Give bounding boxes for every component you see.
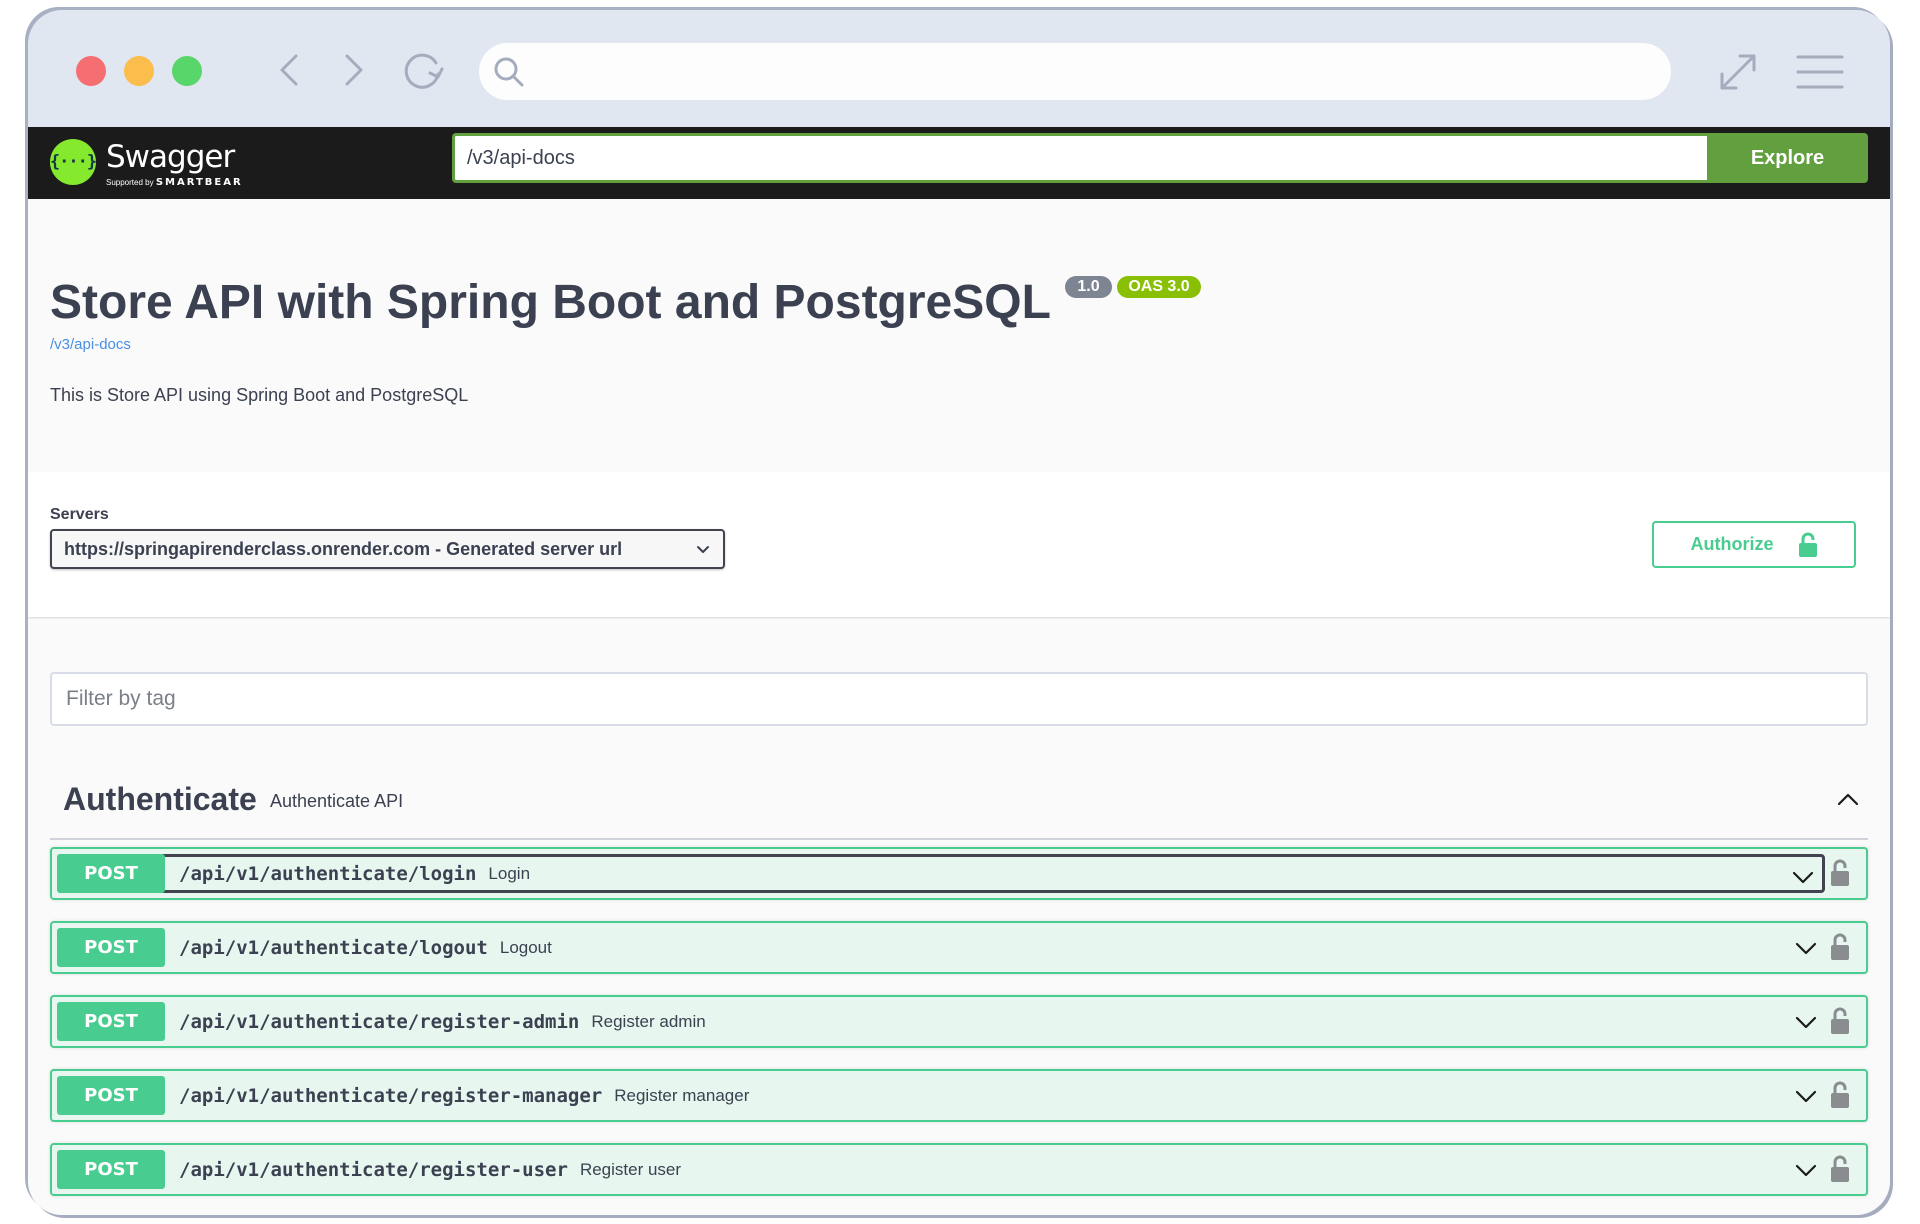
operation-description: Logout xyxy=(499,937,552,957)
unlock-icon[interactable] xyxy=(1830,1081,1850,1109)
swagger-ui-page: Store API with Spring Boot and PostgreSQ… xyxy=(28,199,1890,1215)
operation-summary[interactable]: POST /api/v1/authenticate/register-manag… xyxy=(57,1076,1825,1115)
operation-description: Register user xyxy=(579,1159,682,1179)
tag-name: Authenticate xyxy=(63,781,257,817)
explore-button[interactable]: Explore xyxy=(1707,133,1868,183)
operation-path: /api/v1/authenticate/register-admin xyxy=(179,1010,580,1033)
chevron-down-icon[interactable] xyxy=(1793,935,1819,961)
spec-url-form: Explore xyxy=(452,133,1868,183)
browser-window: {···} Swagger Supported by SMARTBEAR Exp… xyxy=(28,10,1890,1215)
unlock-icon[interactable] xyxy=(1830,933,1850,961)
authorize-label: Authorize xyxy=(1690,534,1774,554)
unlock-icon[interactable] xyxy=(1830,1155,1850,1183)
swagger-topbar: {···} Swagger Supported by SMARTBEAR Exp… xyxy=(28,127,1890,199)
operation-row: POST /api/v1/authenticate/register-user … xyxy=(50,1143,1868,1196)
chevron-down-icon[interactable] xyxy=(1793,1157,1819,1183)
back-icon[interactable] xyxy=(270,50,310,90)
close-window-button[interactable] xyxy=(76,56,106,86)
servers-select[interactable]: https://springapirenderclass.onrender.co… xyxy=(50,529,725,569)
operation-path: /api/v1/authenticate/register-manager xyxy=(179,1084,603,1107)
expand-icon[interactable] xyxy=(1716,50,1760,94)
api-description: This is Store API using Spring Boot and … xyxy=(50,385,469,405)
scheme-container: Servers https://springapirenderclass.onr… xyxy=(28,472,1890,617)
tag-section-header[interactable]: Authenticate Authenticate API xyxy=(50,759,1868,840)
method-badge: POST xyxy=(57,1002,165,1041)
browser-address-bar[interactable] xyxy=(479,43,1671,100)
method-badge: POST xyxy=(57,1076,165,1115)
operation-summary[interactable]: POST /api/v1/authenticate/login Login xyxy=(57,854,1825,893)
operation-row: POST /api/v1/authenticate/register-admin… xyxy=(50,995,1868,1048)
operation-description: Register manager xyxy=(614,1085,750,1105)
unlock-icon[interactable] xyxy=(1830,1007,1850,1035)
operation-path: /api/v1/authenticate/register-user xyxy=(179,1158,568,1181)
browser-chrome xyxy=(28,10,1890,127)
operation-description: Login xyxy=(488,863,531,883)
operation-summary[interactable]: POST /api/v1/authenticate/logout Logout xyxy=(57,928,1825,967)
oas-version-badge: OAS 3.0 xyxy=(1117,276,1201,298)
maximize-window-button[interactable] xyxy=(172,56,202,86)
operation-row: POST /api/v1/authenticate/register-manag… xyxy=(50,1069,1868,1122)
spec-url-input[interactable] xyxy=(452,133,1707,183)
servers-label: Servers xyxy=(50,506,109,523)
unlock-icon[interactable] xyxy=(1830,859,1850,887)
operation-row: POST /api/v1/authenticate/login Login xyxy=(50,847,1868,900)
operation-path: /api/v1/authenticate/login xyxy=(179,862,477,885)
reload-icon[interactable] xyxy=(400,47,446,93)
chevron-down-icon xyxy=(697,546,709,553)
operation-row: POST /api/v1/authenticate/logout Logout xyxy=(50,921,1868,974)
swagger-logo-icon: {···} xyxy=(50,139,97,185)
logo-sub-brand: SMARTBEAR xyxy=(155,177,243,188)
operation-path: /api/v1/authenticate/logout xyxy=(179,936,488,959)
servers-selected-value: https://springapirenderclass.onrender.co… xyxy=(64,538,623,559)
chevron-down-icon[interactable] xyxy=(1793,1009,1819,1035)
method-badge: POST xyxy=(57,1150,165,1189)
chevron-down-icon[interactable] xyxy=(1790,864,1816,890)
api-info: Store API with Spring Boot and PostgreSQ… xyxy=(28,199,1890,462)
tag-description: Authenticate API xyxy=(270,791,404,811)
unlock-icon xyxy=(1798,532,1817,557)
menu-icon[interactable] xyxy=(1796,54,1844,90)
operation-summary[interactable]: POST /api/v1/authenticate/register-admin… xyxy=(57,1002,1825,1041)
method-badge: POST xyxy=(57,854,165,893)
page-title: Store API with Spring Boot and PostgreSQ… xyxy=(50,276,1051,329)
filter-by-tag-input[interactable] xyxy=(50,672,1868,726)
logo-sub-prefix: Supported by xyxy=(106,178,154,187)
swagger-logo[interactable]: {···} Swagger Supported by SMARTBEAR xyxy=(50,135,250,191)
operation-description: Register admin xyxy=(591,1011,706,1031)
swagger-logo-text: Swagger xyxy=(106,139,235,175)
spec-link[interactable]: /v3/api-docs xyxy=(50,336,131,353)
chevron-down-icon[interactable] xyxy=(1793,1083,1819,1109)
minimize-window-button[interactable] xyxy=(124,56,154,86)
browser-address-input[interactable] xyxy=(539,53,1643,91)
swagger-logo-subtitle: Supported by SMARTBEAR xyxy=(106,177,243,188)
operation-summary[interactable]: POST /api/v1/authenticate/register-user … xyxy=(57,1150,1825,1189)
authorize-button[interactable]: Authorize xyxy=(1652,521,1856,568)
search-icon xyxy=(491,54,527,90)
method-badge: POST xyxy=(57,928,165,967)
version-badge: 1.0 xyxy=(1065,276,1112,298)
forward-icon[interactable] xyxy=(333,50,373,90)
chevron-up-icon[interactable] xyxy=(1834,785,1862,813)
